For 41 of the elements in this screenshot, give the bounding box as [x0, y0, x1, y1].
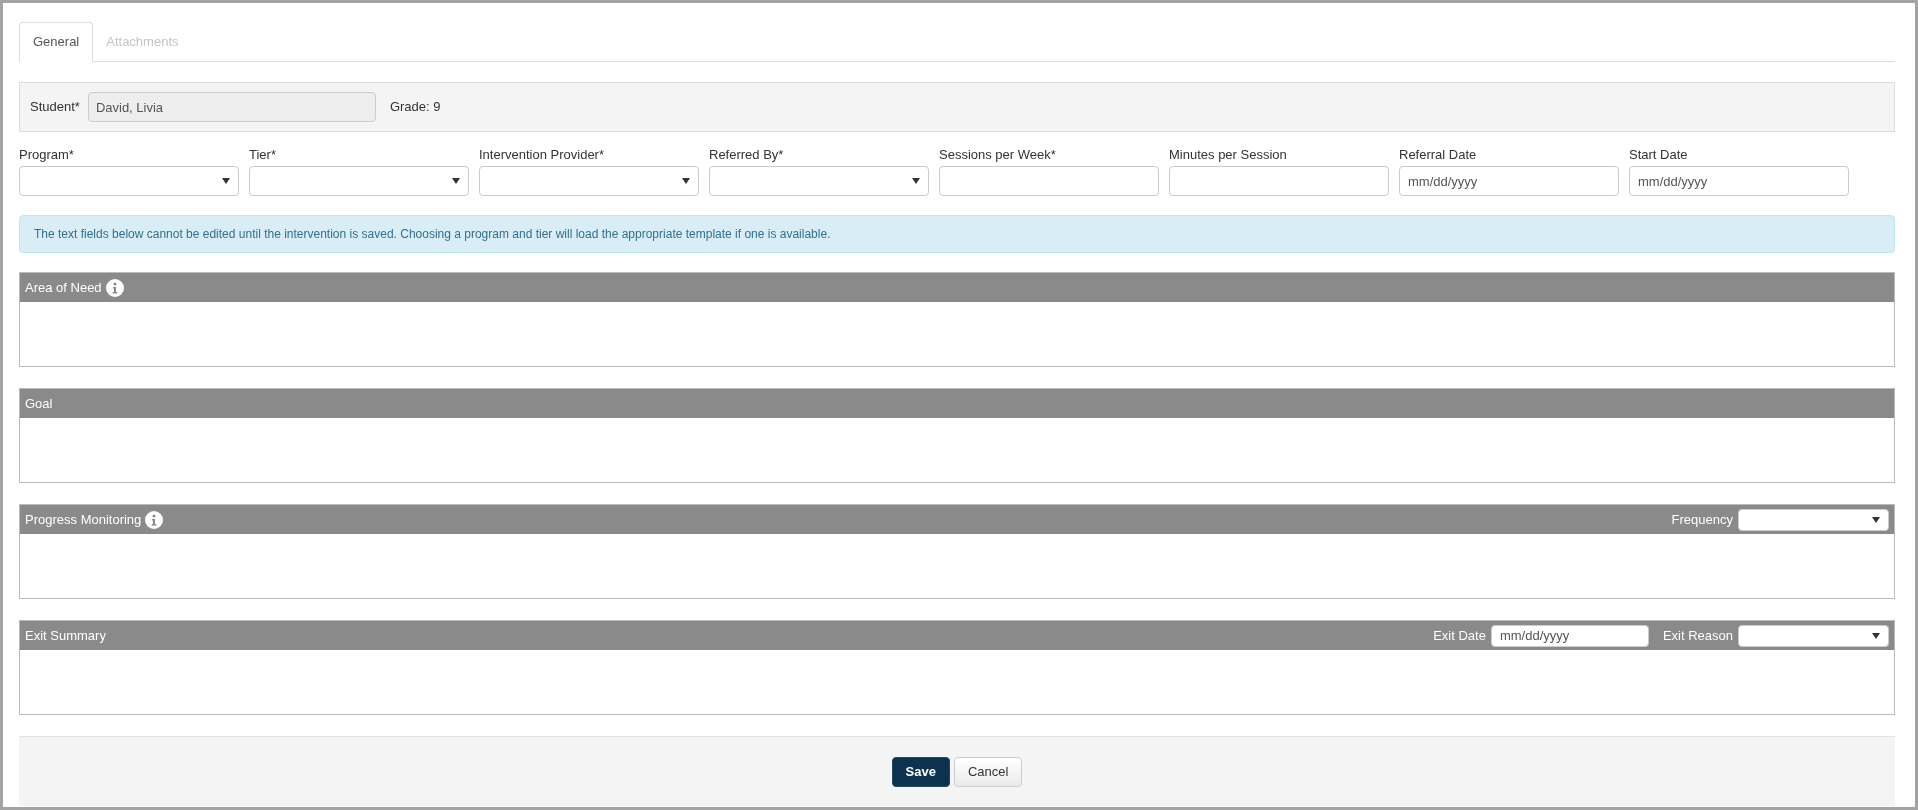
- date-field[interactable]: mm/dd/yyyy: [1399, 166, 1619, 196]
- section-title: Goal: [25, 394, 53, 413]
- caret-icon: [1872, 632, 1880, 639]
- field-label: Intervention Provider*: [479, 147, 605, 163]
- notice-banner: The text fields below cannot be edited until the intervention is saved. Choosing a program and tier will load the appropriate template if one is available.: [19, 215, 1895, 253]
- control-label: Exit Reason: [1662, 626, 1733, 645]
- caret-icon: [452, 178, 460, 184]
- dropdown[interactable]: [1738, 508, 1889, 531]
- dropdown[interactable]: [1738, 624, 1889, 647]
- caret-icon: [912, 178, 920, 184]
- date-field[interactable]: mm/dd/yyyy: [1490, 624, 1649, 647]
- dropdown[interactable]: [19, 166, 239, 196]
- input-field[interactable]: [939, 166, 1159, 196]
- dropdown[interactable]: [709, 166, 929, 196]
- save-button[interactable]: Save: [891, 756, 950, 787]
- student-field[interactable]: David, Livia: [87, 92, 376, 122]
- field-label: Program*: [19, 147, 75, 163]
- field-label: Minutes per Session: [1169, 147, 1288, 163]
- section-title: Area of Need: [25, 278, 102, 297]
- caret-icon: [222, 178, 230, 184]
- dropdown[interactable]: [249, 166, 469, 196]
- info-icon[interactable]: [105, 278, 124, 297]
- field-label: Sessions per Week*: [939, 147, 1057, 163]
- tab[interactable]: General: [19, 22, 94, 62]
- field-label: Start Date: [1629, 147, 1689, 163]
- input-field[interactable]: [1169, 166, 1389, 196]
- grade-text: Grade: 9: [389, 98, 441, 117]
- date-field[interactable]: mm/dd/yyyy: [1629, 166, 1849, 196]
- section-title: Progress Monitoring: [25, 510, 142, 529]
- caret-icon: [682, 178, 690, 184]
- student-label: Student*: [30, 98, 80, 117]
- field-label: Referred By*: [709, 147, 785, 163]
- cancel-button[interactable]: Cancel: [953, 756, 1023, 787]
- section-title: Exit Summary: [25, 626, 106, 645]
- control-label: Frequency: [1671, 510, 1733, 529]
- field-label: Tier*: [249, 147, 277, 163]
- caret-icon: [1872, 516, 1880, 523]
- info-icon[interactable]: [145, 510, 164, 529]
- dropdown[interactable]: [479, 166, 699, 196]
- field-label: Referral Date: [1399, 147, 1478, 163]
- control-label: Exit Date: [1433, 626, 1486, 645]
